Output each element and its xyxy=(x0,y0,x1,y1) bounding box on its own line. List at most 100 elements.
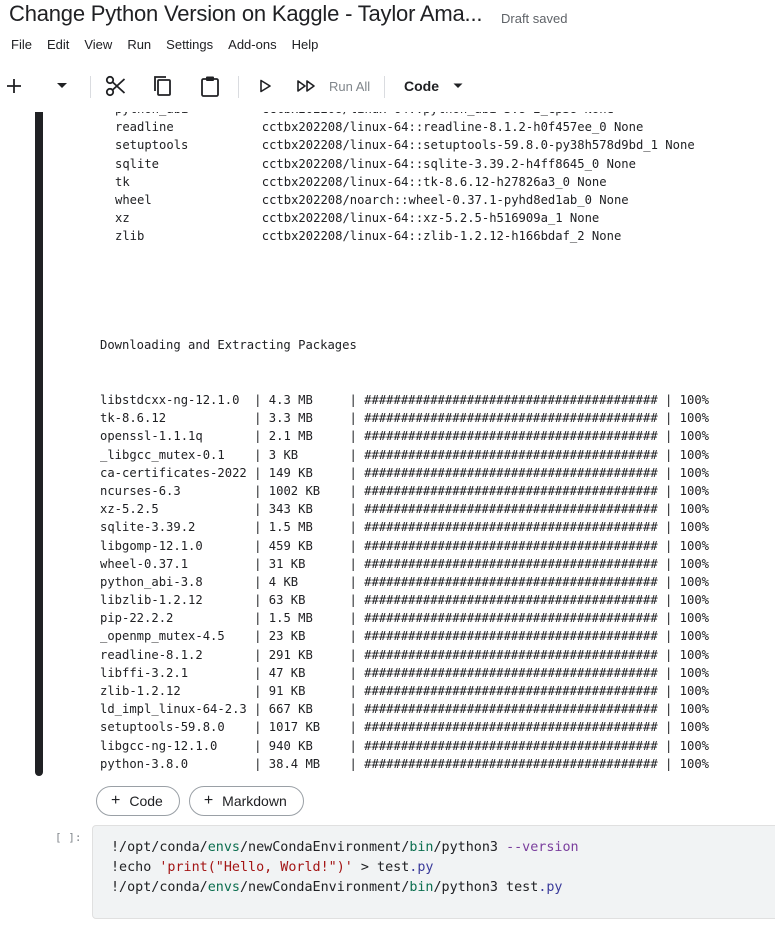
download-row: _openmp_mutex-4.5 | 23 KB | ############… xyxy=(100,627,709,645)
download-percent: 100% xyxy=(679,483,710,498)
download-progress-bar: ########################################… xyxy=(364,756,680,771)
package-source: cctbx202208/noarch::wheel-0.37.1-pyhd8ed… xyxy=(261,192,629,207)
download-size: 23 KB | xyxy=(268,629,365,644)
package-name: xz xyxy=(115,211,262,226)
package-row: setuptools cctbx202208/linux-64::setupto… xyxy=(115,136,695,154)
package-source: cctbx202208/linux-64::tk-8.6.12-h27826a3… xyxy=(261,174,607,189)
download-percent: 100% xyxy=(679,611,710,626)
add-cell-dropdown[interactable] xyxy=(50,70,74,102)
download-row: openssl-1.1.1q | 2.1 MB | ##############… xyxy=(100,427,709,445)
download-percent: 100% xyxy=(679,593,710,608)
package-name: sqlite xyxy=(115,156,262,171)
menu-run[interactable]: Run xyxy=(127,38,151,60)
menu-bar: File Edit View Run Settings Add-ons Help xyxy=(0,38,322,60)
download-size: 1.5 MB | xyxy=(268,520,365,535)
download-size: 667 KB | xyxy=(268,702,365,717)
download-package: ca-certificates-2022 | xyxy=(100,465,269,480)
package-list: python_abi cctbx202208/linux-64::python_… xyxy=(115,112,695,246)
download-row: python-3.8.0 | 38.4 MB | ###############… xyxy=(100,755,709,773)
menu-settings[interactable]: Settings xyxy=(166,38,213,60)
download-row: ca-certificates-2022 | 149 KB | ########… xyxy=(100,464,709,482)
download-percent: 100% xyxy=(679,756,710,771)
notebook-header: Change Python Version on Kaggle - Taylor… xyxy=(0,0,775,112)
cut-button[interactable] xyxy=(103,70,129,102)
run-all-button[interactable]: Run All xyxy=(296,70,372,102)
download-size: 1.5 MB | xyxy=(268,611,365,626)
download-package: ncurses-6.3 | xyxy=(100,483,269,498)
download-progress-bar: ########################################… xyxy=(364,720,680,735)
save-status: Draft saved xyxy=(501,11,568,26)
plus-icon xyxy=(7,79,21,93)
run-cell-button[interactable] xyxy=(255,70,275,102)
download-progress-bar: ########################################… xyxy=(364,393,680,407)
menu-file[interactable]: File xyxy=(11,38,32,60)
download-percent: 100% xyxy=(679,429,710,444)
code-line: !/opt/conda/envs/newCondaEnvironment/bin… xyxy=(111,840,579,855)
toolbar: Run All Code xyxy=(0,70,775,104)
package-row: tk cctbx202208/linux-64::tk-8.6.12-h2782… xyxy=(115,173,695,191)
paste-icon xyxy=(201,76,219,97)
run-all-label: Run All xyxy=(329,78,371,94)
download-progress-bar: ########################################… xyxy=(364,593,680,608)
add-markdown-cell-button[interactable]: + Markdown xyxy=(188,786,304,816)
copy-button[interactable] xyxy=(150,70,176,102)
notebook-title[interactable]: Change Python Version on Kaggle - Taylor… xyxy=(9,1,482,27)
download-progress-bar: ########################################… xyxy=(364,738,680,753)
download-row: wheel-0.37.1 | 31 KB | #################… xyxy=(100,555,709,573)
download-percent: 100% xyxy=(679,502,710,517)
code-text[interactable]: !/opt/conda/envs/newCondaEnvironment/bin… xyxy=(111,838,579,898)
download-percent: 100% xyxy=(679,520,710,535)
download-size: 63 KB | xyxy=(268,593,365,608)
download-package: zlib-1.2.12 | xyxy=(100,684,269,698)
menu-edit[interactable]: Edit xyxy=(47,38,69,60)
download-size: 149 KB | xyxy=(268,465,365,480)
cell-type-select[interactable]: Code xyxy=(404,70,466,102)
plus-icon: + xyxy=(111,792,121,809)
download-log: Downloading and Extracting Packages libs… xyxy=(100,300,709,800)
download-package: _libgcc_mutex-0.1 | xyxy=(100,447,269,462)
download-package: xz-5.2.5 | xyxy=(100,502,269,517)
download-row: zlib-1.2.12 | 91 KB | ##################… xyxy=(100,682,709,700)
add-cell-button[interactable] xyxy=(2,70,26,102)
download-size: 291 KB | xyxy=(268,647,365,662)
download-progress-bar: ########################################… xyxy=(364,447,680,462)
download-package: pip-22.2.2 | xyxy=(100,611,269,626)
package-name: wheel xyxy=(115,192,262,207)
download-progress-bar: ########################################… xyxy=(364,574,680,589)
download-size: 1002 KB | xyxy=(268,483,365,498)
package-source: cctbx202208/linux-64::xz-5.2.5-h516909a_… xyxy=(261,211,600,226)
package-name: setuptools xyxy=(115,138,262,153)
download-size: 2.1 MB | xyxy=(268,429,365,444)
add-markdown-label: Markdown xyxy=(222,793,287,809)
package-name: readline xyxy=(115,120,262,135)
menu-add-ons[interactable]: Add-ons xyxy=(228,38,276,60)
download-package: wheel-0.37.1 | xyxy=(100,556,269,571)
menu-view[interactable]: View xyxy=(84,38,112,60)
add-cell-buttons: + Code + Markdown xyxy=(96,786,313,816)
download-row: xz-5.2.5 | 343 KB | ####################… xyxy=(100,500,709,518)
download-size: 3.3 MB | xyxy=(268,411,365,426)
download-progress-bar: ########################################… xyxy=(364,520,680,535)
download-row: sqlite-3.39.2 | 1.5 MB | ###############… xyxy=(100,518,709,536)
download-row: ncurses-6.3 | 1002 KB | ################… xyxy=(100,482,709,500)
download-progress-bar: ########################################… xyxy=(364,502,680,517)
download-progress-bar: ########################################… xyxy=(364,684,680,698)
package-source: cctbx202208/linux-64::readline-8.1.2-h0f… xyxy=(261,120,644,135)
download-package: readline-8.1.2 | xyxy=(100,647,269,662)
menu-help[interactable]: Help xyxy=(292,38,319,60)
download-row: libzlib-1.2.12 | 63 KB | ###############… xyxy=(100,591,709,609)
package-row: readline cctbx202208/linux-64::readline-… xyxy=(115,118,695,136)
download-package: libffi-3.2.1 | xyxy=(100,665,269,680)
add-code-cell-button[interactable]: + Code xyxy=(96,786,180,816)
download-size: 459 KB | xyxy=(268,538,365,553)
download-progress-bar: ########################################… xyxy=(364,556,680,571)
paste-button[interactable] xyxy=(197,70,223,102)
download-row: readline-8.1.2 | 291 KB | ##############… xyxy=(100,646,709,664)
download-package: libzlib-1.2.12 | xyxy=(100,593,269,608)
download-size: 3 KB | xyxy=(268,447,365,462)
toolbar-divider xyxy=(384,76,385,98)
code-line: !/opt/conda/envs/newCondaEnvironment/bin… xyxy=(111,880,563,895)
code-cell-editor[interactable]: !/opt/conda/envs/newCondaEnvironment/bin… xyxy=(92,825,775,919)
package-row: xz cctbx202208/linux-64::xz-5.2.5-h51690… xyxy=(115,209,695,227)
download-progress-bar: ########################################… xyxy=(364,538,680,553)
